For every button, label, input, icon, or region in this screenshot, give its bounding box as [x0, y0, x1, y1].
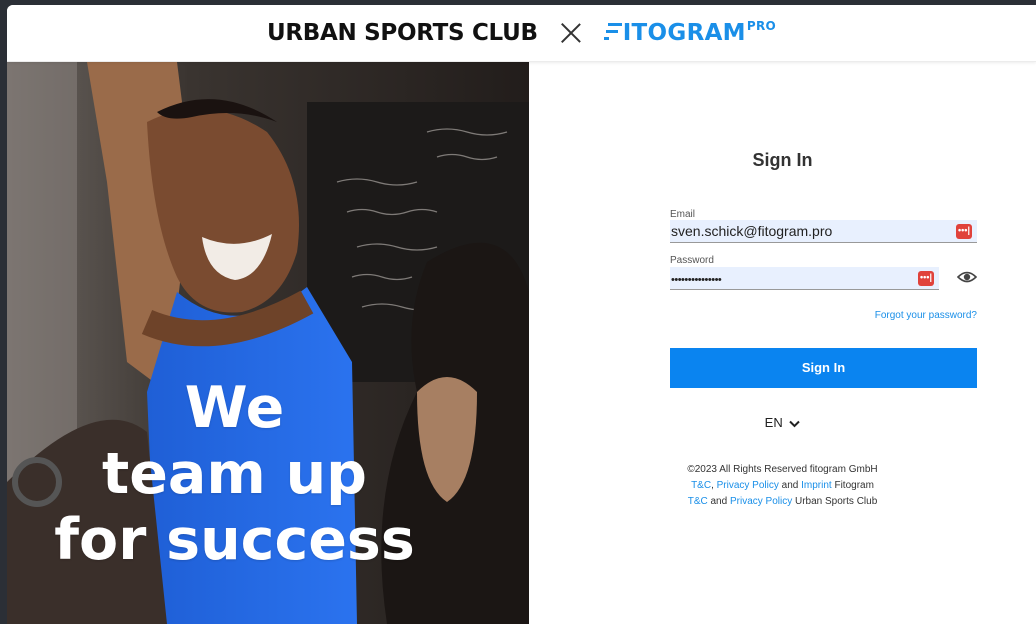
fitogram-tc-link[interactable]: T&C	[691, 480, 711, 491]
email-value: sven.schick@fitogram.pro	[671, 223, 833, 239]
password-value: •••••••••••••••	[671, 274, 722, 286]
sign-in-panel: Sign In Email sven.schick@fitogram.pro •…	[529, 62, 1036, 624]
urban-sports-club-logo: URBAN SPORTS CLUB	[266, 20, 538, 46]
cross-x-icon	[560, 22, 582, 44]
fitogram-pro-super: PRO	[746, 19, 777, 33]
fitogram-suffix-text: Fitogram	[831, 480, 874, 491]
language-label: EN	[764, 415, 783, 430]
hero-image: We team up for success	[7, 62, 529, 624]
sign-in-title: Sign In	[752, 150, 813, 170]
and-text: and	[707, 496, 730, 507]
usc-suffix-text: Urban Sports Club	[792, 496, 878, 507]
sign-in-button[interactable]: Sign In	[670, 348, 977, 388]
usc-privacy-link[interactable]: Privacy Policy	[730, 496, 792, 507]
app-window: URBAN SPORTS CLUB ITOGRAM PRO We team up…	[7, 5, 1036, 624]
and-text: and	[778, 480, 802, 491]
hero-line-3: for success	[54, 507, 415, 573]
copyright-text: ©2023 All Rights Reserved fitogram GmbH	[687, 464, 878, 475]
fitogram-privacy-link[interactable]: Privacy Policy	[717, 480, 779, 491]
password-label: Password	[670, 255, 714, 266]
hero-line-2: team up	[102, 441, 367, 507]
password-manager-icon[interactable]: •••|	[956, 224, 972, 239]
email-label: Email	[670, 209, 696, 220]
forgot-password-link[interactable]: Forgot your password?	[875, 310, 977, 321]
usc-tc-link[interactable]: T&C	[688, 496, 708, 507]
password-manager-icon-2[interactable]: •••|	[918, 271, 934, 286]
fitogram-imprint-link[interactable]: Imprint	[801, 480, 832, 491]
chevron-down-icon	[789, 420, 801, 427]
password-field[interactable]: ••••••••••••••• •••|	[670, 267, 939, 290]
email-field[interactable]: sven.schick@fitogram.pro •••|	[670, 220, 977, 243]
language-selector[interactable]: EN	[529, 415, 1036, 430]
fitogram-legal-line: T&C, Privacy Policy and Imprint Fitogram	[529, 478, 1036, 494]
hero-tagline: We team up for success	[7, 375, 462, 573]
fitogram-f-mark-icon	[603, 20, 622, 42]
eye-icon[interactable]	[957, 269, 977, 285]
fitogram-wordmark: ITOGRAM	[622, 20, 746, 46]
fitogram-pro-logo: ITOGRAM PRO	[603, 19, 777, 46]
hero-line-1: We	[184, 375, 285, 441]
usc-legal-line: T&C and Privacy Policy Urban Sports Club	[529, 494, 1036, 510]
top-header: URBAN SPORTS CLUB ITOGRAM PRO	[7, 5, 1036, 62]
legal-footer: ©2023 All Rights Reserved fitogram GmbH …	[529, 462, 1036, 510]
